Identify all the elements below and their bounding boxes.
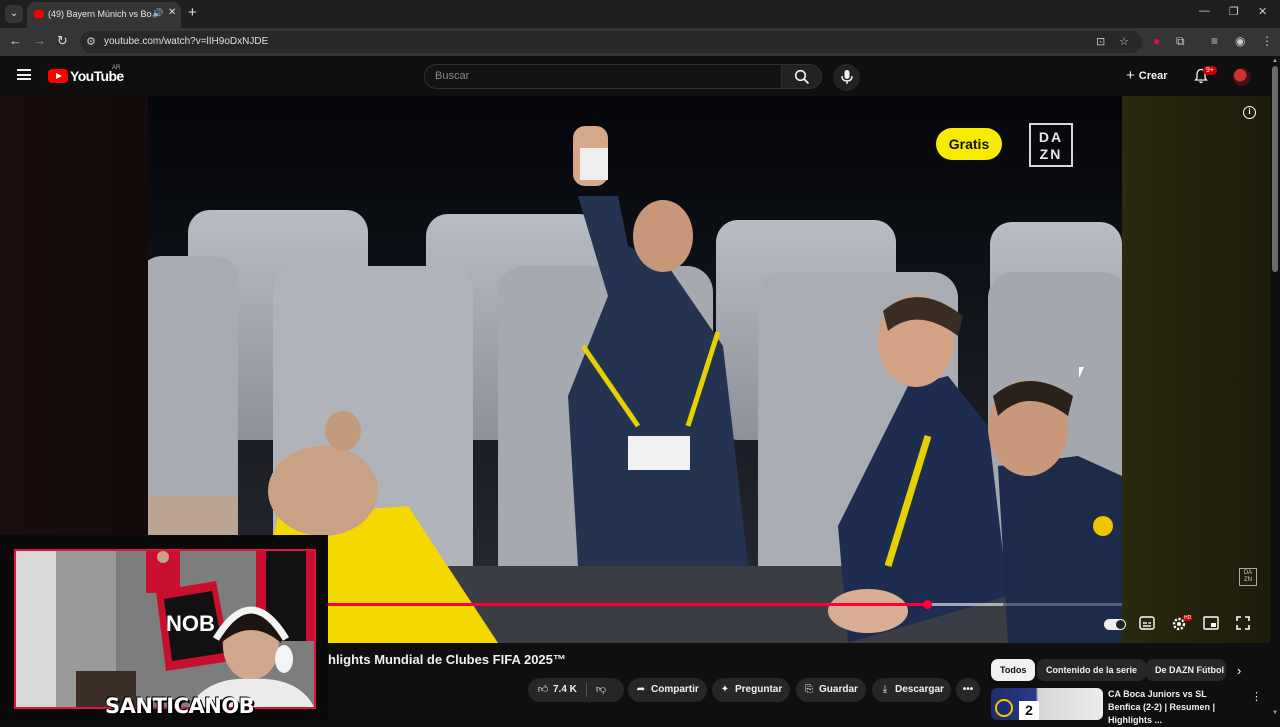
back-icon[interactable]: ←	[9, 33, 22, 48]
download-icon: ⤓	[882, 684, 888, 695]
dazn-watermark-icon: DA ZN	[1239, 568, 1257, 586]
guide-menu-icon[interactable]	[17, 69, 31, 80]
ask-label: Preguntar	[735, 684, 783, 695]
tab-audio-icon[interactable]: 🔊	[152, 8, 163, 19]
dazn-logo-top: DA	[1038, 129, 1064, 145]
browser-tab-active[interactable]: (49) Bayern Múnich vs Boca 🔊 ✕	[27, 2, 181, 28]
chips-next-icon[interactable]: ›	[1237, 663, 1241, 678]
tab-title: (49) Bayern Múnich vs Boca	[48, 9, 152, 19]
dislike-button[interactable]: 👎︎	[594, 678, 611, 702]
address-bar[interactable]: ⚙ youtube.com/watch?v=lIH9oDxNJDE ⊡ ☆	[80, 31, 1142, 53]
search-input[interactable]	[435, 70, 765, 82]
sparkle-icon: ✦	[720, 684, 730, 695]
mouse-cursor-icon	[1079, 367, 1084, 378]
like-button[interactable]: 👍︎ 7.4 K	[536, 678, 577, 702]
video-title: hlights Mundial de Clubes FIFA 2025™	[328, 652, 566, 667]
recommendation-thumbnail[interactable]: 2	[991, 688, 1103, 720]
thumbnail-score: 2	[1019, 701, 1039, 720]
more-horizontal-icon: •••	[962, 684, 974, 695]
share-button[interactable]: ➦ Compartir	[628, 678, 707, 702]
recommendation-more-icon[interactable]: ⋮	[1251, 690, 1262, 703]
free-badge: Gratis	[936, 128, 1002, 160]
streamer-name: SANTICANOB	[105, 694, 255, 718]
search-icon	[794, 69, 809, 85]
chip-series[interactable]: Contenido de la serie	[1037, 659, 1147, 681]
download-button[interactable]: ⤓ Descargar	[872, 678, 951, 702]
like-separator	[586, 683, 587, 697]
browser-menu-icon[interactable]: ⋮	[1261, 34, 1273, 48]
recommendation-title[interactable]: CA Boca Juniors vs SL Benfica (2-2) | Re…	[1108, 688, 1240, 727]
site-info-icon[interactable]: ⚙	[86, 35, 96, 48]
search-button[interactable]	[781, 64, 822, 89]
country-code: AR	[112, 65, 121, 71]
webcam-frame: NOB	[14, 549, 316, 709]
notifications-badge: 9+	[1203, 66, 1217, 75]
dazn-logo: DA ZN	[1029, 123, 1073, 167]
tab-close-icon[interactable]: ✕	[168, 7, 176, 18]
bookmark-icon: ⎘	[805, 684, 813, 695]
subtitles-icon[interactable]	[1139, 616, 1155, 630]
dazn-logo-bottom: ZN	[1039, 146, 1063, 162]
restore-icon[interactable]: ❐	[1229, 5, 1239, 18]
microphone-icon	[840, 70, 853, 84]
reload-icon[interactable]: ↻	[57, 33, 68, 49]
voice-search-button[interactable]	[833, 64, 860, 91]
bookmark-star-icon[interactable]: ☆	[1119, 35, 1129, 48]
like-dislike-group: 👍︎ 7.4 K 👎︎	[528, 678, 624, 702]
plus-icon: +	[1126, 67, 1135, 84]
extension-red-icon[interactable]: ●	[1153, 34, 1160, 48]
thumbs-down-icon: 👎︎	[595, 684, 607, 695]
browser-toolbar: ← → ↻ ⚙ youtube.com/watch?v=lIH9oDxNJDE …	[0, 28, 1280, 56]
boca-crest-icon	[995, 699, 1013, 717]
webcam-feed-image: NOB	[16, 551, 314, 707]
scroll-down-icon[interactable]: ▼	[1272, 710, 1278, 716]
media-control-icon[interactable]: ≡	[1211, 34, 1218, 48]
autoplay-toggle[interactable]	[1104, 619, 1126, 630]
extensions-puzzle-icon[interactable]: ⧉	[1176, 34, 1185, 49]
browser-tab-strip: ⌄ (49) Bayern Múnich vs Boca 🔊 ✕ + — ❐ ✕	[0, 0, 1280, 28]
youtube-favicon-icon	[34, 10, 44, 18]
search-box	[424, 64, 782, 89]
download-label: Descargar	[895, 684, 944, 695]
share-label: Compartir	[651, 684, 699, 695]
miniplayer-icon[interactable]	[1203, 616, 1219, 630]
chip-all[interactable]: Todos	[991, 659, 1036, 681]
profile-icon[interactable]: ◉	[1235, 34, 1245, 48]
save-label: Guardar	[819, 684, 858, 695]
thumbs-up-icon: 👍︎	[537, 684, 549, 695]
scroll-up-icon[interactable]: ▲	[1272, 58, 1278, 64]
window-close-icon[interactable]: ✕	[1258, 5, 1267, 18]
install-app-icon[interactable]: ⊡	[1096, 35, 1105, 48]
tab-search-menu-icon[interactable]: ⌄	[5, 5, 23, 23]
minimize-icon[interactable]: —	[1199, 5, 1210, 17]
svg-text:NOB: NOB	[166, 611, 215, 636]
info-icon[interactable]: i	[1243, 106, 1256, 119]
fullscreen-icon[interactable]	[1236, 616, 1250, 630]
scrollbar-thumb[interactable]	[1272, 66, 1278, 272]
url-text[interactable]: youtube.com/watch?v=lIH9oDxNJDE	[104, 36, 268, 47]
more-actions-button[interactable]: •••	[956, 678, 980, 702]
account-avatar[interactable]	[1233, 68, 1251, 86]
create-label: Crear	[1138, 70, 1168, 82]
forward-icon[interactable]: →	[33, 33, 46, 48]
chip-from-dazn[interactable]: De DAZN Fútbol	[1146, 659, 1226, 681]
hd-badge: HD	[1183, 615, 1193, 621]
youtube-header: YouTube AR +Crear 9+	[0, 56, 1280, 96]
save-button[interactable]: ⎘ Guardar	[796, 678, 866, 702]
youtube-play-icon	[48, 69, 68, 83]
ask-button[interactable]: ✦ Preguntar	[712, 678, 790, 702]
like-count: 7.4 K	[553, 684, 577, 695]
new-tab-icon[interactable]: +	[188, 4, 197, 21]
share-arrow-icon: ➦	[636, 684, 646, 695]
create-button[interactable]: + Crear	[1126, 67, 1168, 84]
